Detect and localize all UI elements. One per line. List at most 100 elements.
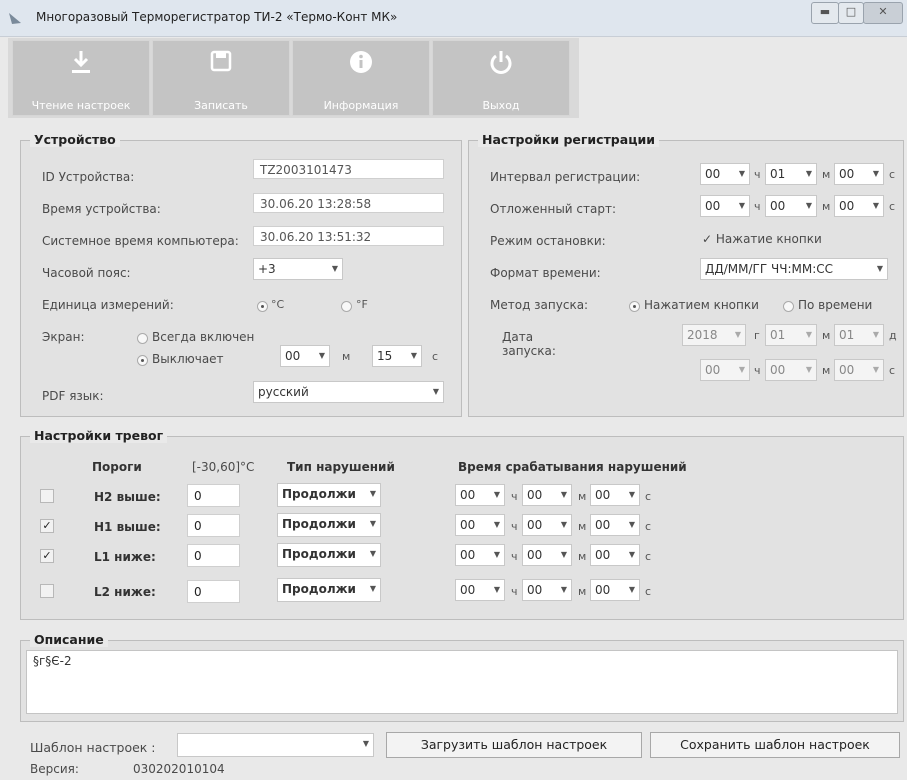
start-button-radio[interactable] — [629, 301, 640, 312]
pdf-language-label: PDF язык: — [42, 389, 104, 403]
screen-always-radio[interactable] — [137, 333, 148, 344]
start-day-select[interactable]: 01 ▼ — [834, 324, 884, 346]
chevron-down-icon: ▼ — [560, 585, 567, 594]
alarm-seconds-select[interactable]: 00 ▼ — [590, 514, 640, 536]
alarm-minutes-unit: м — [578, 550, 587, 563]
alarm-row-checkbox[interactable] — [40, 584, 54, 598]
screen-seconds-unit: с — [432, 350, 439, 363]
chevron-down-icon: ▼ — [738, 169, 745, 178]
alarm-hours-select[interactable]: 00 ▼ — [455, 544, 505, 566]
start-hours-value: 00 — [705, 363, 721, 377]
alarm-seconds-value: 00 — [595, 583, 611, 597]
alarm-minutes-select[interactable]: 00 ▼ — [522, 544, 572, 566]
alarm-row-checkbox[interactable]: ✓ — [40, 519, 54, 533]
alarm-hours-select[interactable]: 00 ▼ — [455, 579, 505, 601]
start-minutes-select[interactable]: 00 ▼ — [765, 359, 817, 381]
timezone-select[interactable]: +3 ▼ — [253, 258, 343, 280]
unit-celsius-label: °C — [271, 298, 285, 311]
template-select[interactable]: ▼ — [177, 733, 374, 757]
alarm-hours-value: 00 — [460, 518, 476, 532]
power-icon — [433, 49, 569, 82]
alarm-hours-unit: ч — [511, 585, 518, 598]
alarm-type-select[interactable]: Продолжи ▼ — [277, 483, 381, 507]
load-template-button[interactable]: Загрузить шаблон настроек — [386, 732, 642, 758]
minimize-button[interactable]: ▬ — [811, 2, 839, 24]
start-year-select[interactable]: 2018 ▼ — [682, 324, 746, 346]
pc-time-field[interactable]: 30.06.20 13:51:32 — [253, 226, 444, 246]
range-header: [-30,60]°С — [192, 460, 255, 474]
time-format-select[interactable]: ДД/ММ/ГГ ЧЧ:ММ:СС ▼ — [700, 258, 888, 280]
alarm-seconds-select[interactable]: 00 ▼ — [590, 579, 640, 601]
screen-seconds-select[interactable]: 15 ▼ — [372, 345, 422, 367]
unit-fahrenheit-radio[interactable] — [341, 301, 352, 312]
info-label: Информация — [323, 99, 399, 112]
close-icon: ✕ — [878, 5, 888, 18]
start-day-unit: д — [889, 329, 897, 342]
start-time-radio[interactable] — [783, 301, 794, 312]
alarm-hours-select[interactable]: 00 ▼ — [455, 514, 505, 536]
alarm-row-checkbox[interactable] — [40, 489, 54, 503]
device-time-field[interactable]: 30.06.20 13:28:58 — [253, 193, 444, 213]
delay-seconds-select[interactable]: 00 ▼ — [834, 195, 884, 217]
info-icon — [293, 49, 429, 82]
screen-always-label: Всегда включен — [152, 330, 255, 344]
interval-hours-select[interactable]: 00 ▼ — [700, 163, 750, 185]
device-id-field[interactable]: TZ2003101473 — [253, 159, 444, 179]
delay-minutes-select[interactable]: 00 ▼ — [765, 195, 817, 217]
alarm-minutes-select[interactable]: 00 ▼ — [522, 514, 572, 536]
alarm-type-select[interactable]: Продолжи ▼ — [277, 513, 381, 537]
write-button[interactable]: Записать — [152, 40, 290, 116]
alarm-minutes-select[interactable]: 00 ▼ — [522, 484, 572, 506]
alarm-row-checkbox[interactable]: ✓ — [40, 549, 54, 563]
alarm-seconds-select[interactable]: 00 ▼ — [590, 484, 640, 506]
start-month-value: 01 — [770, 328, 786, 342]
pdf-language-select[interactable]: русский ▼ — [253, 381, 444, 403]
alarm-seconds-select[interactable]: 00 ▼ — [590, 544, 640, 566]
chevron-down-icon: ▼ — [560, 550, 567, 559]
interval-seconds-select[interactable]: 00 ▼ — [834, 163, 884, 185]
alarm-seconds-value: 00 — [595, 548, 611, 562]
alarm-type-select[interactable]: Продолжи ▼ — [277, 578, 381, 602]
start-minutes-value: 00 — [770, 363, 786, 377]
start-month-select[interactable]: 01 ▼ — [765, 324, 817, 346]
interval-label: Интервал регистрации: — [490, 170, 641, 184]
exit-button[interactable]: Выход — [432, 40, 570, 116]
unit-celsius-radio[interactable] — [257, 301, 268, 312]
alarm-minutes-unit: м — [578, 490, 587, 503]
interval-minutes-select[interactable]: 01 ▼ — [765, 163, 817, 185]
start-day-value: 01 — [839, 328, 855, 342]
pdf-language-value: русский — [258, 385, 309, 399]
description-textarea[interactable]: §г§Є-2 — [26, 650, 898, 714]
save-template-button[interactable]: Сохранить шаблон настроек — [650, 732, 900, 758]
stop-mode-checkbox[interactable]: ✓ Нажатие кнопки — [702, 232, 822, 246]
chevron-down-icon: ▼ — [734, 330, 741, 339]
start-method-label: Метод запуска: — [490, 298, 589, 312]
minimize-icon: ▬ — [819, 5, 831, 18]
start-seconds-select[interactable]: 00 ▼ — [834, 359, 884, 381]
read-settings-button[interactable]: Чтение настроек — [12, 40, 150, 116]
interval-minutes-unit: м — [822, 168, 831, 181]
alarm-threshold-input[interactable]: 0 — [187, 580, 240, 603]
close-button[interactable]: ✕ — [863, 2, 903, 24]
info-button[interactable]: Информация — [292, 40, 430, 116]
start-hours-select[interactable]: 00 ▼ — [700, 359, 750, 381]
delay-hours-select[interactable]: 00 ▼ — [700, 195, 750, 217]
alarm-minutes-select[interactable]: 00 ▼ — [522, 579, 572, 601]
screen-minutes-select[interactable]: 00 ▼ — [280, 345, 330, 367]
screen-label: Экран: — [42, 330, 85, 344]
alarm-threshold-input[interactable]: 0 — [187, 544, 240, 567]
screen-off-radio[interactable] — [137, 355, 148, 366]
timezone-label: Часовой пояс: — [42, 266, 131, 280]
maximize-button[interactable]: □ — [838, 2, 864, 24]
alarm-seconds-value: 00 — [595, 518, 611, 532]
alarm-threshold-input[interactable]: 0 — [187, 514, 240, 537]
interval-hours-unit: ч — [754, 168, 761, 181]
alarm-type-value: Продолжи — [282, 547, 356, 561]
alarm-hours-select[interactable]: 00 ▼ — [455, 484, 505, 506]
units-label: Единица измерений: — [42, 298, 174, 312]
window-title: Многоразовый Терморегистратор ТИ-2 «Терм… — [36, 10, 398, 24]
alarm-row-label: L2 ниже: — [94, 585, 156, 599]
alarm-type-select[interactable]: Продолжи ▼ — [277, 543, 381, 567]
alarm-minutes-unit: м — [578, 585, 587, 598]
alarm-threshold-input[interactable]: 0 — [187, 484, 240, 507]
